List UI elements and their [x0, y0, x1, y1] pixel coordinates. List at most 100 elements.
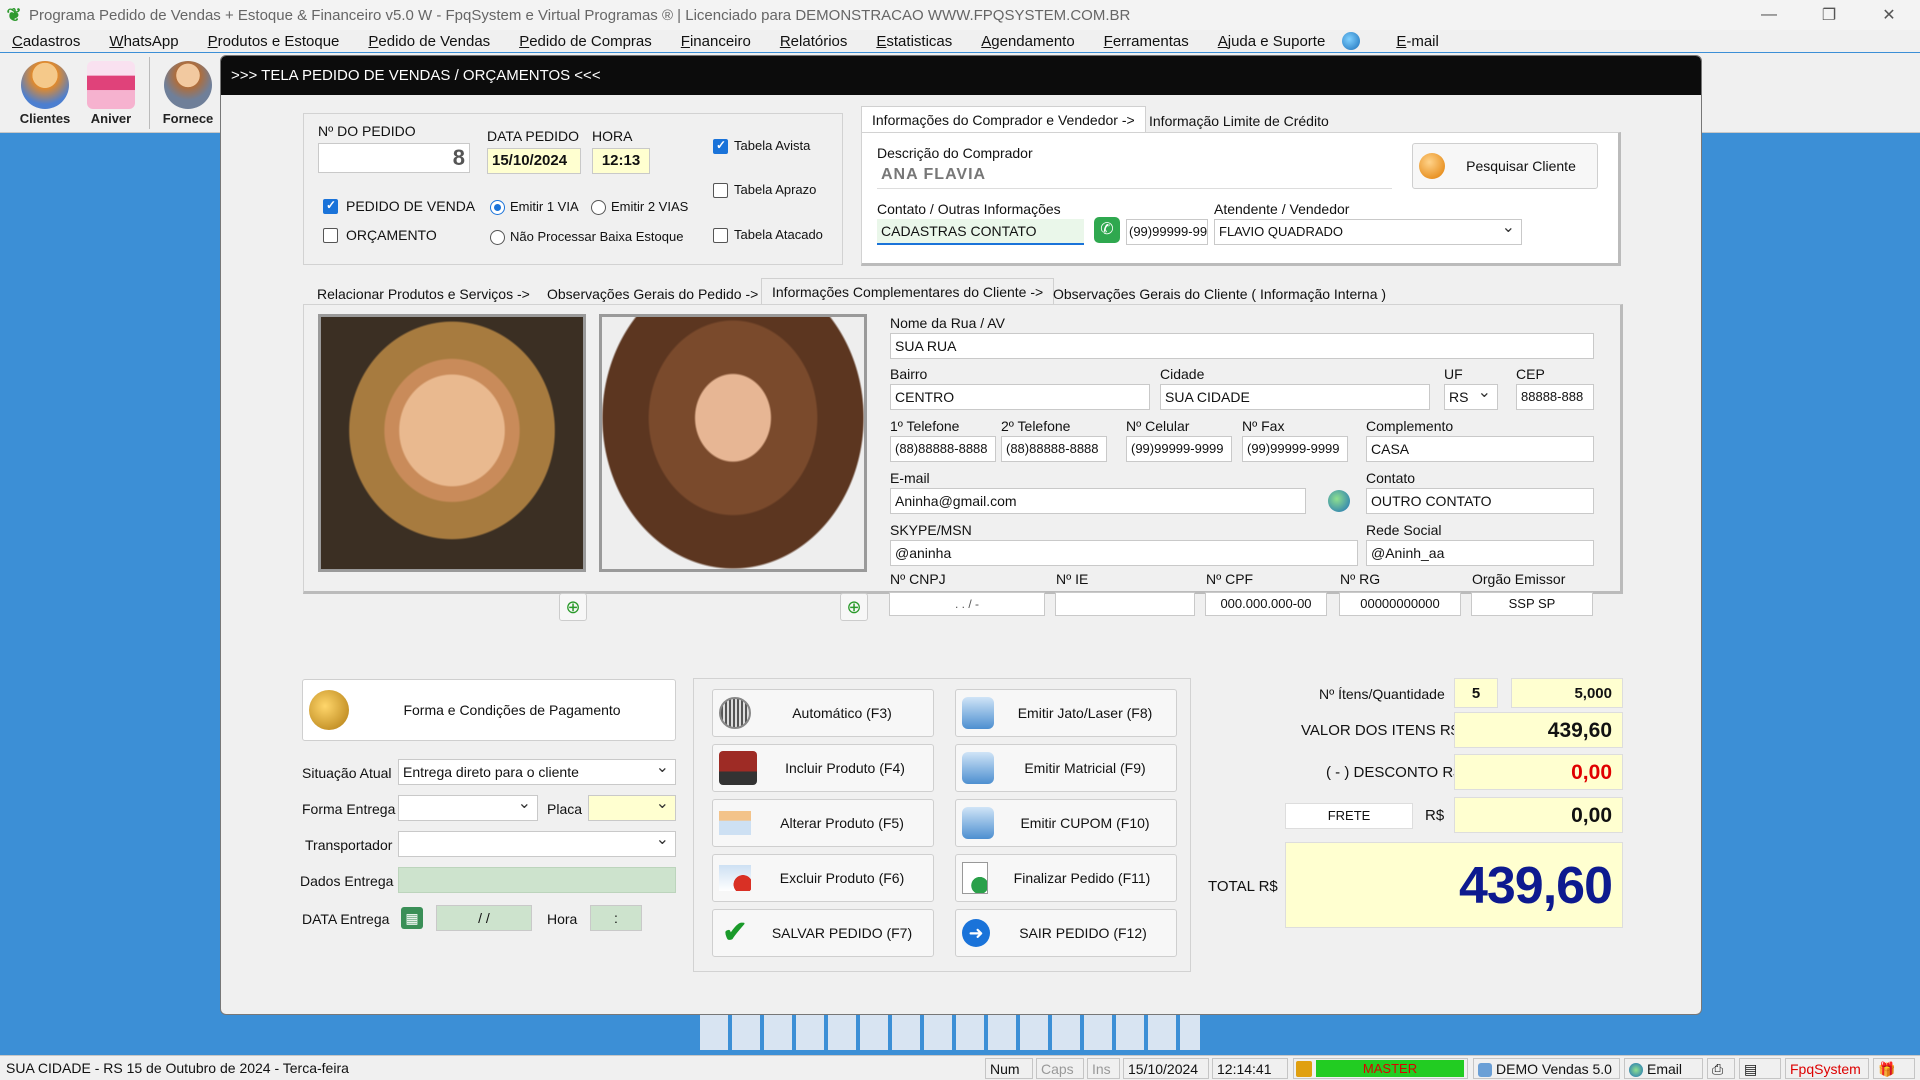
- emitir-2-vias-radio[interactable]: [591, 200, 606, 215]
- menu-ajuda[interactable]: Ajuda e Suporte: [1218, 33, 1326, 50]
- alterar-produto-button[interactable]: Alterar Produto (F5): [712, 799, 934, 847]
- document-check-icon: [962, 862, 988, 894]
- toolbar-fornece-label: Fornece: [162, 111, 214, 126]
- desconto-field[interactable]: 0,00: [1454, 754, 1623, 790]
- emitir-cupom-button[interactable]: Emitir CUPOM (F10): [955, 799, 1177, 847]
- toolbar-clientes-button[interactable]: Clientes: [14, 57, 76, 131]
- emitir-matricial-button[interactable]: Emitir Matricial (F9): [955, 744, 1177, 792]
- order-time-field[interactable]: 12:13: [592, 148, 650, 174]
- cidade-field[interactable]: SUA CIDADE: [1160, 384, 1430, 410]
- globe-icon[interactable]: [1342, 32, 1361, 50]
- toolbar-aniver-button[interactable]: Aniver: [80, 57, 142, 131]
- buyer-name-field[interactable]: ANA FLAVIA: [877, 163, 1392, 189]
- tab-comprador-vendedor[interactable]: Informações do Comprador e Vendedor ->: [861, 106, 1146, 132]
- menu-agendamento[interactable]: Agendamento: [981, 33, 1074, 50]
- uf-select[interactable]: RS: [1444, 384, 1498, 410]
- emitir-1-via-radio[interactable]: [490, 200, 505, 215]
- tabela-aprazo-checkbox[interactable]: [713, 183, 728, 198]
- contato-field[interactable]: CADASTRAS CONTATO: [877, 219, 1084, 245]
- printer-status-icon[interactable]: ⎙: [1707, 1058, 1735, 1079]
- fax-field[interactable]: (99)99999-9999: [1242, 436, 1348, 462]
- telefone2-field[interactable]: (88)88888-8888: [1001, 436, 1107, 462]
- cep-field[interactable]: 88888-888: [1516, 384, 1594, 410]
- menu-produtos-estoque[interactable]: Produtos e Estoque: [208, 33, 340, 50]
- emitir-jato-button[interactable]: Emitir Jato/Laser (F8): [955, 689, 1177, 737]
- frete-button[interactable]: FRETE: [1285, 803, 1413, 829]
- status-caps: Caps: [1036, 1058, 1084, 1079]
- automatico-button[interactable]: Automático (F3): [712, 689, 934, 737]
- rua-label: Nome da Rua / AV: [890, 315, 1005, 331]
- menu-ferramentas[interactable]: Ferramentas: [1104, 33, 1189, 50]
- tab-informacoes-complementares[interactable]: Informações Complementares do Cliente ->: [761, 278, 1055, 304]
- cpf-field[interactable]: 000.000.000-00: [1205, 592, 1327, 616]
- status-city-date: SUA CIDADE - RS 15 de Outubro de 2024 - …: [2, 1058, 982, 1079]
- celular-field[interactable]: (99)99999-9999: [1126, 436, 1232, 462]
- hora-label: HORA: [592, 128, 633, 144]
- frete-field[interactable]: 0,00: [1454, 797, 1623, 833]
- menu-email[interactable]: E-mail: [1396, 33, 1439, 50]
- close-button[interactable]: ✕: [1860, 0, 1918, 30]
- add-photo-1-icon[interactable]: ⊕: [559, 593, 587, 621]
- salvar-pedido-button[interactable]: ✔ SALVAR PEDIDO (F7): [712, 909, 934, 957]
- quantidade-field[interactable]: 5,000: [1511, 678, 1623, 708]
- placa-select[interactable]: [588, 795, 676, 821]
- incluir-produto-button[interactable]: Incluir Produto (F4): [712, 744, 934, 792]
- toolbar-fornece-button[interactable]: Fornece: [157, 57, 219, 131]
- salvar-pedido-label: SALVAR PEDIDO (F7): [771, 925, 913, 941]
- itens-count-field[interactable]: 5: [1454, 678, 1498, 708]
- telefone1-field[interactable]: (88)88888-8888: [890, 436, 996, 462]
- transportador-select[interactable]: [398, 831, 676, 857]
- tabela-atacado-checkbox[interactable]: [713, 228, 728, 243]
- whatsapp-phone-field[interactable]: (99)99999-9999: [1126, 219, 1208, 245]
- menu-relatorios[interactable]: Relatórios: [780, 33, 848, 50]
- rua-field[interactable]: SUA RUA: [890, 333, 1594, 359]
- dados-entrega-field[interactable]: [398, 867, 676, 893]
- ie-field[interactable]: [1055, 592, 1195, 616]
- orcamento-checkbox[interactable]: [323, 228, 338, 243]
- minimize-button[interactable]: —: [1740, 0, 1798, 30]
- excluir-produto-label: Excluir Produto (F6): [779, 870, 905, 886]
- forma-entrega-select[interactable]: [398, 795, 538, 821]
- add-photo-2-icon[interactable]: ⊕: [840, 593, 868, 621]
- send-email-icon[interactable]: [1328, 490, 1350, 512]
- clients-icon: [21, 61, 69, 109]
- complemento-field[interactable]: CASA: [1366, 436, 1594, 462]
- menu-pedido-vendas[interactable]: Pedido de Vendas: [368, 33, 490, 50]
- bairro-field[interactable]: CENTRO: [890, 384, 1150, 410]
- menu-financeiro[interactable]: Financeiro: [681, 33, 751, 50]
- data-entrega-field[interactable]: / /: [436, 905, 532, 931]
- calculator-icon[interactable]: ▤: [1739, 1058, 1781, 1079]
- order-number-field[interactable]: 8: [318, 143, 470, 173]
- client-photo-1: [318, 314, 586, 572]
- status-email[interactable]: Email: [1624, 1058, 1703, 1079]
- nao-processar-radio[interactable]: [490, 230, 505, 245]
- situacao-select[interactable]: Entrega direto para o cliente: [398, 759, 676, 785]
- restore-button[interactable]: ❐: [1800, 0, 1858, 30]
- forma-pagamento-button[interactable]: Forma e Condições de Pagamento: [302, 679, 676, 741]
- rg-field[interactable]: 00000000000: [1339, 592, 1461, 616]
- tab-limite-credito[interactable]: Informação Limite de Crédito: [1139, 108, 1339, 134]
- email-field[interactable]: Aninha@gmail.com: [890, 488, 1306, 514]
- menu-pedido-compras[interactable]: Pedido de Compras: [519, 33, 652, 50]
- pedido-venda-checkbox[interactable]: [323, 198, 338, 214]
- menu-estatisticas[interactable]: Estatisticas: [876, 33, 952, 50]
- menu-whatsapp[interactable]: WhatsApp: [109, 33, 178, 50]
- checkmark-icon: ✔: [722, 916, 748, 949]
- hora-entrega-field[interactable]: :: [590, 905, 642, 931]
- cnpj-field[interactable]: . . / -: [889, 592, 1045, 616]
- sair-pedido-button[interactable]: ➜ SAIR PEDIDO (F12): [955, 909, 1177, 957]
- orgao-emissor-field[interactable]: SSP SP: [1471, 592, 1593, 616]
- excluir-produto-button[interactable]: Excluir Produto (F6): [712, 854, 934, 902]
- calendar-icon[interactable]: ▦: [401, 907, 423, 929]
- skype-field[interactable]: @aninha: [890, 540, 1358, 566]
- tabela-avista-checkbox[interactable]: [713, 138, 728, 154]
- rede-social-field[interactable]: @Aninh_aa: [1366, 540, 1594, 566]
- gift-icon[interactable]: 🎁: [1873, 1058, 1915, 1079]
- finalizar-pedido-button[interactable]: Finalizar Pedido (F11): [955, 854, 1177, 902]
- atendente-select[interactable]: FLAVIO QUADRADO: [1214, 219, 1522, 245]
- order-date-field[interactable]: 15/10/2024: [487, 148, 581, 174]
- whatsapp-icon[interactable]: ✆: [1094, 217, 1120, 243]
- menu-cadastros[interactable]: Cadastros: [12, 33, 80, 50]
- contato-extra-field[interactable]: OUTRO CONTATO: [1366, 488, 1594, 514]
- pesquisar-cliente-button[interactable]: Pesquisar Cliente: [1412, 143, 1598, 189]
